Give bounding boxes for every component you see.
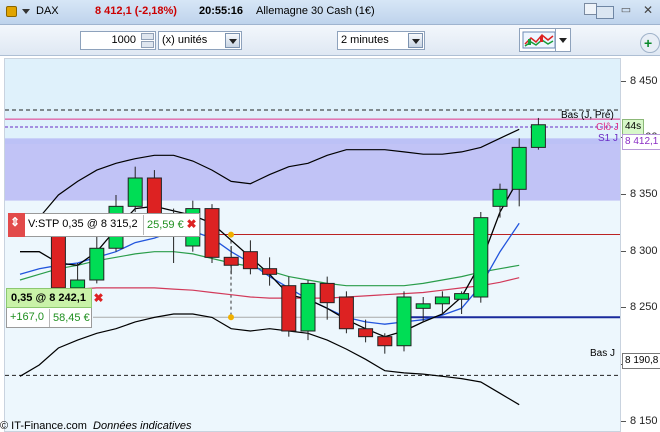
axis-tick-mark	[621, 250, 626, 252]
unit-value: (x) unités	[162, 34, 208, 46]
timer-tag: 44s	[622, 119, 645, 135]
candle-up	[300, 282, 316, 332]
price-chart[interactable]	[5, 59, 621, 432]
brand-label: © IT-Finance.com	[0, 420, 87, 432]
close-icon[interactable]: ✕	[641, 3, 655, 17]
candle-up	[396, 296, 412, 347]
chart-indicators-icon	[522, 31, 556, 49]
maximize-icon[interactable]: ▭	[619, 3, 633, 17]
timeframe-select[interactable]: 2 minutes	[337, 31, 425, 50]
candle-up	[473, 217, 489, 298]
time-label: 20:55:16	[199, 5, 244, 17]
symbol-label[interactable]: DAX	[36, 5, 59, 17]
quantity-value: 1000	[111, 34, 136, 46]
position-points: +167,0	[10, 311, 44, 323]
candle-up	[89, 247, 105, 281]
candle-down	[377, 336, 393, 347]
axis-tick-mark	[621, 307, 626, 309]
stop-order-label: V:STP 0,35 @ 8 315,2	[28, 218, 138, 230]
candle-down	[242, 251, 258, 270]
stop-order-box[interactable]: ⇕ V:STP 0,35 @ 8 315,2 25,59 € ✖	[8, 213, 200, 237]
axis-tick-label: 8 300	[630, 244, 658, 257]
footer: © IT-Finance.com Données indicatives	[0, 420, 191, 432]
candle-down	[319, 282, 335, 304]
chevron-down-icon[interactable]	[22, 9, 30, 14]
cancel-order-icon[interactable]: ✖	[185, 218, 198, 231]
disclaimer-label: Données indicatives	[93, 420, 192, 432]
candle-up	[70, 279, 86, 289]
axis-tick-label: 8 150	[630, 414, 658, 427]
stop-order-pnl: 25,59 €	[143, 215, 184, 235]
arrows-vertical-icon: ⇕	[10, 215, 21, 229]
toolbar: 1000 (x) unités 2 minutes +	[0, 25, 660, 56]
candle-down	[50, 230, 66, 289]
order-marker	[228, 231, 234, 238]
cloture-label: Clô J	[596, 122, 619, 133]
candle-down	[358, 328, 374, 338]
candle-up	[454, 293, 470, 300]
s1-label: S1 J	[598, 133, 619, 144]
candle-up	[127, 177, 143, 207]
close-position-icon[interactable]: ✖	[92, 292, 105, 305]
low-price-tag: 8 190,8	[622, 353, 660, 369]
candle-up	[530, 124, 546, 148]
candle-down	[281, 285, 297, 332]
stepper-up-icon[interactable]	[141, 33, 154, 40]
bas-jour-label: Bas J	[590, 348, 616, 359]
position-label: 0,35 @ 8 242,1	[11, 292, 86, 304]
candle-down	[262, 268, 278, 275]
indicators-button[interactable]	[519, 28, 571, 52]
plus-icon: +	[644, 35, 653, 51]
axis-tick-label: 8 450	[630, 74, 658, 87]
entry-marker	[228, 314, 234, 321]
axis-tick-label: 8 350	[630, 188, 658, 200]
chevron-down-icon[interactable]	[408, 33, 423, 48]
instrument-name: Allemagne 30 Cash (1€)	[256, 5, 375, 17]
axis-tick-mark	[621, 420, 626, 422]
candle-up	[415, 303, 431, 309]
order-drag-handle[interactable]: ⇕	[8, 213, 25, 237]
title-bar: DAX 8 412,1 (-2,18%) 20:55:16 Allemagne …	[0, 0, 660, 25]
position-box[interactable]: 0,35 @ 8 242,1 +167,0 58,45 €	[6, 288, 92, 328]
chart-area[interactable]	[4, 58, 621, 432]
chevron-down-icon	[559, 38, 567, 43]
keyboard-icon[interactable]	[596, 6, 614, 19]
timeframe-value: 2 minutes	[341, 34, 389, 46]
position-value: 58,45 €	[49, 309, 90, 327]
candle-down	[146, 177, 162, 219]
last-price-tag: 8 412,1	[622, 134, 660, 150]
axis-tick-mark	[621, 80, 626, 82]
candle-up	[511, 146, 527, 190]
stepper-down-icon[interactable]	[141, 41, 154, 48]
indicators-dropdown[interactable]	[555, 29, 570, 51]
price-change-label: 8 412,1 (-2,18%)	[95, 5, 177, 17]
instrument-color-icon	[6, 6, 17, 17]
add-button[interactable]: +	[640, 33, 660, 53]
candle-down	[204, 208, 220, 258]
chevron-down-icon[interactable]	[225, 33, 240, 48]
quantity-input[interactable]: 1000	[80, 31, 156, 50]
candle-down	[223, 256, 239, 266]
axis-tick-mark	[621, 194, 626, 195]
candle-up	[492, 188, 508, 207]
unit-select[interactable]: (x) unités	[158, 31, 242, 50]
background-zone	[5, 59, 620, 144]
candle-up	[434, 296, 450, 305]
candle-down	[338, 296, 354, 330]
bas-veille-label: Bas (J, Pré)	[561, 110, 614, 121]
axis-tick-label: 8 250	[630, 301, 658, 314]
